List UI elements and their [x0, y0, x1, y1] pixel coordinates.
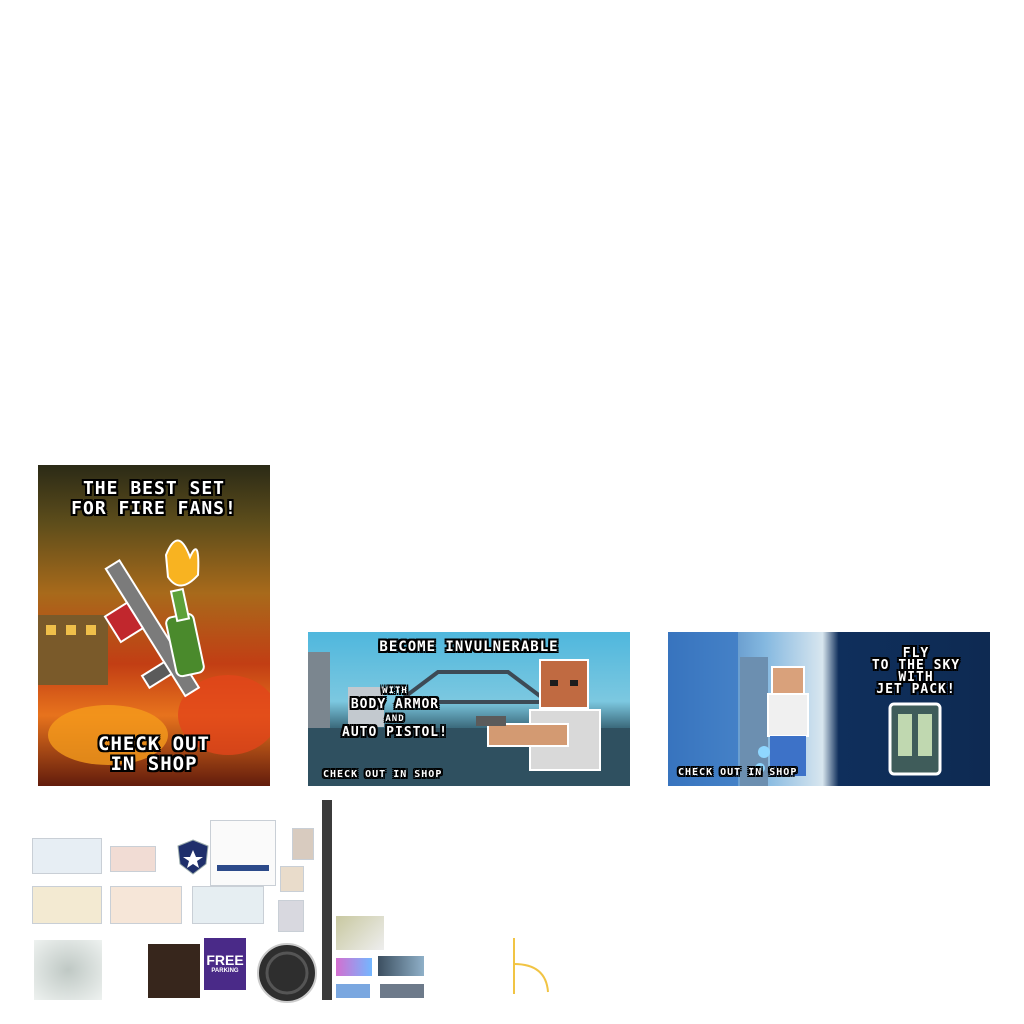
jetpack-icon [888, 702, 942, 776]
atlas-pole [322, 800, 332, 1000]
skyscraper-shape [668, 632, 738, 786]
manhole-cover-icon [257, 943, 317, 1003]
atlas-panel [110, 846, 156, 872]
atlas-curve-marker [513, 938, 549, 994]
atlas-graffiti [336, 958, 372, 976]
fire-set-banner[interactable]: THE BEST SET FOR FIRE FANS! CHECK OUT IN… [38, 465, 270, 786]
armor-banner-title: BECOME INVULNERABLE [379, 639, 559, 655]
jetpack-banner[interactable]: FLY TO THE SKY WITH JET PACK! CHECK OUT … [668, 632, 990, 786]
body-armor-banner[interactable]: BECOME INVULNERABLE WITH BODY ARMOR AND … [308, 632, 630, 786]
armor-banner-cta[interactable]: CHECK OUT IN SHOP [323, 769, 442, 780]
atlas-poster [192, 886, 264, 924]
atlas-panel [292, 828, 314, 860]
atlas-graffiti [336, 984, 370, 998]
atlas-panel [280, 866, 304, 892]
atlas-poster [32, 886, 102, 924]
atlas-window-grid [148, 944, 200, 998]
jetpack-banner-cta[interactable]: CHECK OUT IN SHOP [678, 767, 797, 778]
atlas-window-panel [210, 820, 276, 886]
free-parking-sign: FREE PARKING [204, 938, 246, 990]
atlas-graffiti [336, 916, 384, 950]
pistol-icon [476, 716, 506, 726]
atlas-graffiti [380, 984, 424, 998]
fire-banner-title: THE BEST SET FOR FIRE FANS! [71, 478, 237, 519]
atlas-graffiti [378, 956, 424, 976]
atlas-panel [278, 900, 304, 932]
atlas-poster [110, 886, 182, 924]
jetpack-banner-title: FLY TO THE SKY WITH JET PACK! [871, 646, 961, 697]
atlas-panel [32, 838, 102, 874]
armor-banner-text: WITH BODY ARMOR AND AUTO PISTOL! [342, 686, 448, 740]
fire-banner-cta[interactable]: CHECK OUT IN SHOP [38, 734, 270, 774]
police-badge-icon [177, 839, 209, 875]
atlas-grunge-texture [34, 940, 102, 1000]
